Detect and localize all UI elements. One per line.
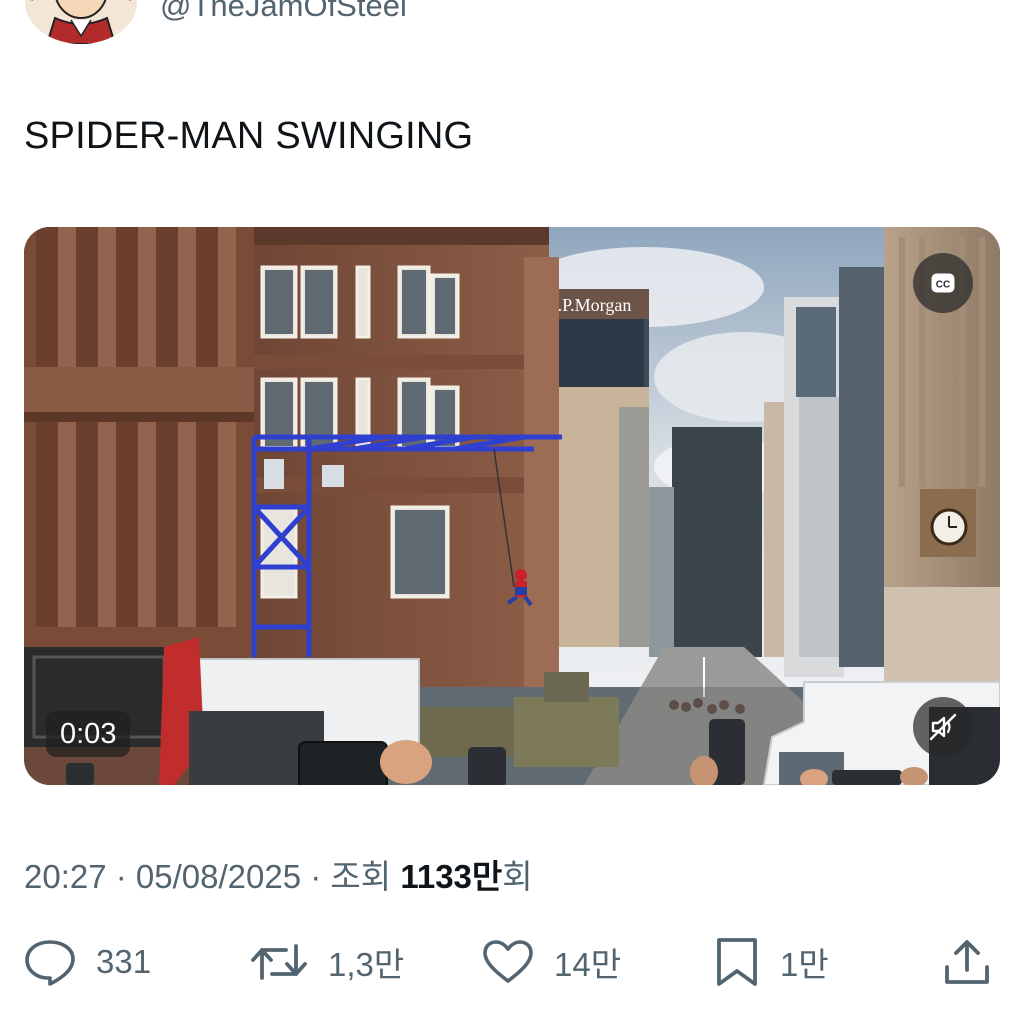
reply-button[interactable]: 331 bbox=[24, 930, 151, 994]
reply-icon bbox=[25, 940, 75, 986]
tweet-text: SPIDER-MAN SWINGING bbox=[24, 115, 474, 157]
heart-icon bbox=[483, 940, 533, 983]
timestamp[interactable]: 20:27 · 05/08/2025 bbox=[24, 858, 301, 895]
share-icon bbox=[945, 940, 989, 984]
video-player[interactable]: J.P.Morgan CC 0:03 bbox=[24, 227, 1000, 785]
views-label: 조회 bbox=[330, 858, 392, 895]
reply-count: 331 bbox=[96, 943, 152, 980]
avatar-icon bbox=[25, 0, 137, 44]
jp-morgan-sign: J.P.Morgan bbox=[551, 295, 632, 315]
views-suffix: 회 bbox=[502, 858, 533, 895]
share-button[interactable] bbox=[942, 930, 992, 994]
views-count: 1133만 bbox=[400, 858, 503, 895]
tweet-meta: 20:27 · 05/08/2025 · 조회 1133만회 bbox=[24, 850, 533, 898]
like-button[interactable]: 14만 bbox=[482, 930, 621, 994]
svg-text:CC: CC bbox=[936, 280, 950, 291]
mute-button[interactable] bbox=[913, 697, 973, 757]
tweet-detail-page: @TheJamOfSteel SPIDER-MAN SWINGING J.P.M… bbox=[0, 0, 1024, 1026]
action-bar: 331 1,3만 14만 1만 bbox=[0, 930, 1024, 994]
avatar[interactable] bbox=[25, 0, 137, 44]
bookmark-count: 1만 bbox=[780, 946, 829, 983]
video-time-badge: 0:03 bbox=[46, 711, 131, 757]
meta-separator: · bbox=[301, 858, 331, 895]
video-frame: J.P.Morgan bbox=[24, 227, 1000, 785]
user-handle[interactable]: @TheJamOfSteel bbox=[160, 0, 407, 24]
muted-speaker-icon bbox=[929, 713, 957, 741]
retweet-icon bbox=[251, 944, 307, 980]
like-count: 14만 bbox=[554, 946, 622, 983]
retweet-button[interactable]: 1,3만 bbox=[250, 930, 404, 994]
bookmark-button[interactable]: 1만 bbox=[714, 930, 829, 994]
captions-button[interactable]: CC bbox=[913, 253, 973, 313]
retweet-count: 1,3만 bbox=[328, 946, 405, 983]
bookmark-icon bbox=[717, 938, 757, 986]
cc-icon: CC bbox=[931, 273, 955, 293]
